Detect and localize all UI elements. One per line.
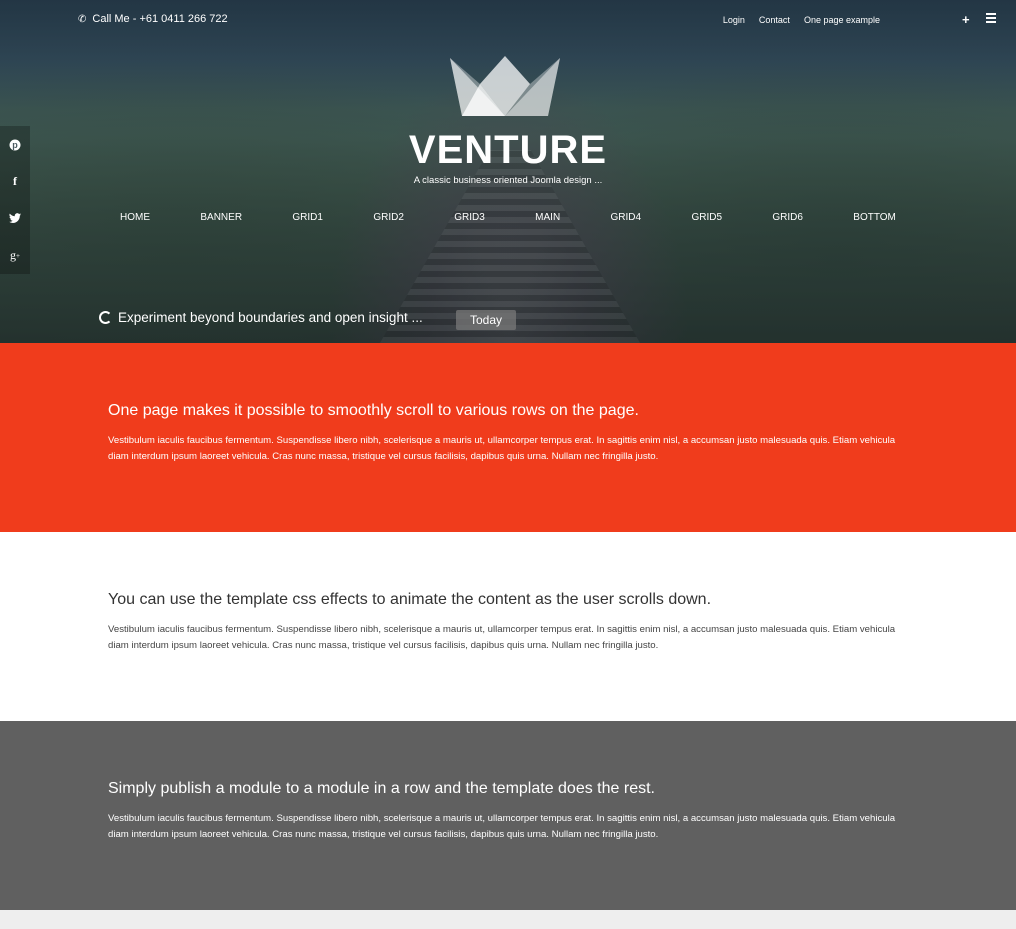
login-link[interactable]: Login [723,15,745,25]
phone-contact: ✆ Call Me - +61 0411 266 722 [78,13,228,25]
hero-section: ✆ Call Me - +61 0411 266 722 Login Conta… [0,0,1016,343]
twitter-icon[interactable] [0,200,30,237]
spinner-icon [99,311,112,324]
main-navigation: HOME BANNER GRID1 GRID2 GRID3 MAIN GRID4… [120,212,896,223]
nav-grid3[interactable]: GRID3 [454,212,485,223]
social-sidebar: p f g + [0,126,30,274]
nav-grid2[interactable]: GRID2 [373,212,404,223]
nav-main[interactable]: MAIN [535,212,560,223]
google-plus-icon[interactable]: g + [0,237,30,274]
row-css-effects: You can use the template css effects to … [0,532,1016,721]
phone-icon: ✆ [78,13,87,25]
hamburger-icon[interactable] [986,13,996,25]
one-page-example-link[interactable]: One page example [804,15,880,25]
nav-grid4[interactable]: GRID4 [611,212,642,223]
row-heading: You can use the template css effects to … [108,591,712,608]
nav-bottom[interactable]: BOTTOM [853,212,896,223]
site-title: VENTURE [408,128,608,172]
crown-logo [450,56,560,116]
ticker-text[interactable]: Experiment beyond boundaries and open in… [118,310,423,325]
nav-grid5[interactable]: GRID5 [691,212,722,223]
contact-link[interactable]: Contact [759,15,790,25]
nav-grid6[interactable]: GRID6 [772,212,803,223]
nav-banner[interactable]: BANNER [200,212,242,223]
row-one-page: One page makes it possible to smoothly s… [0,343,1016,532]
row-body: Vestibulum iaculis faucibus fermentum. S… [108,624,896,651]
facebook-icon[interactable]: f [0,163,30,200]
nav-grid1[interactable]: GRID1 [292,212,323,223]
footer-strip [0,910,1016,929]
row-heading: Simply publish a module to a module in a… [108,780,655,797]
site-tagline: A classic business oriented Joomla desig… [413,175,603,186]
row-heading: One page makes it possible to smoothly s… [108,402,639,419]
nav-home[interactable]: HOME [120,212,150,223]
row-publish-module: Simply publish a module to a module in a… [0,721,1016,910]
plus-button[interactable]: + [962,12,970,27]
news-ticker: Experiment beyond boundaries and open in… [99,310,423,325]
pinterest-icon[interactable]: p [0,126,30,163]
row-body: Vestibulum iaculis faucibus fermentum. S… [108,813,896,840]
svg-text:p: p [12,140,18,150]
row-body: Vestibulum iaculis faucibus fermentum. S… [108,435,896,462]
phone-text: Call Me - +61 0411 266 722 [92,13,228,25]
top-navigation: Login Contact One page example [723,15,880,25]
today-button[interactable]: Today [456,310,516,330]
